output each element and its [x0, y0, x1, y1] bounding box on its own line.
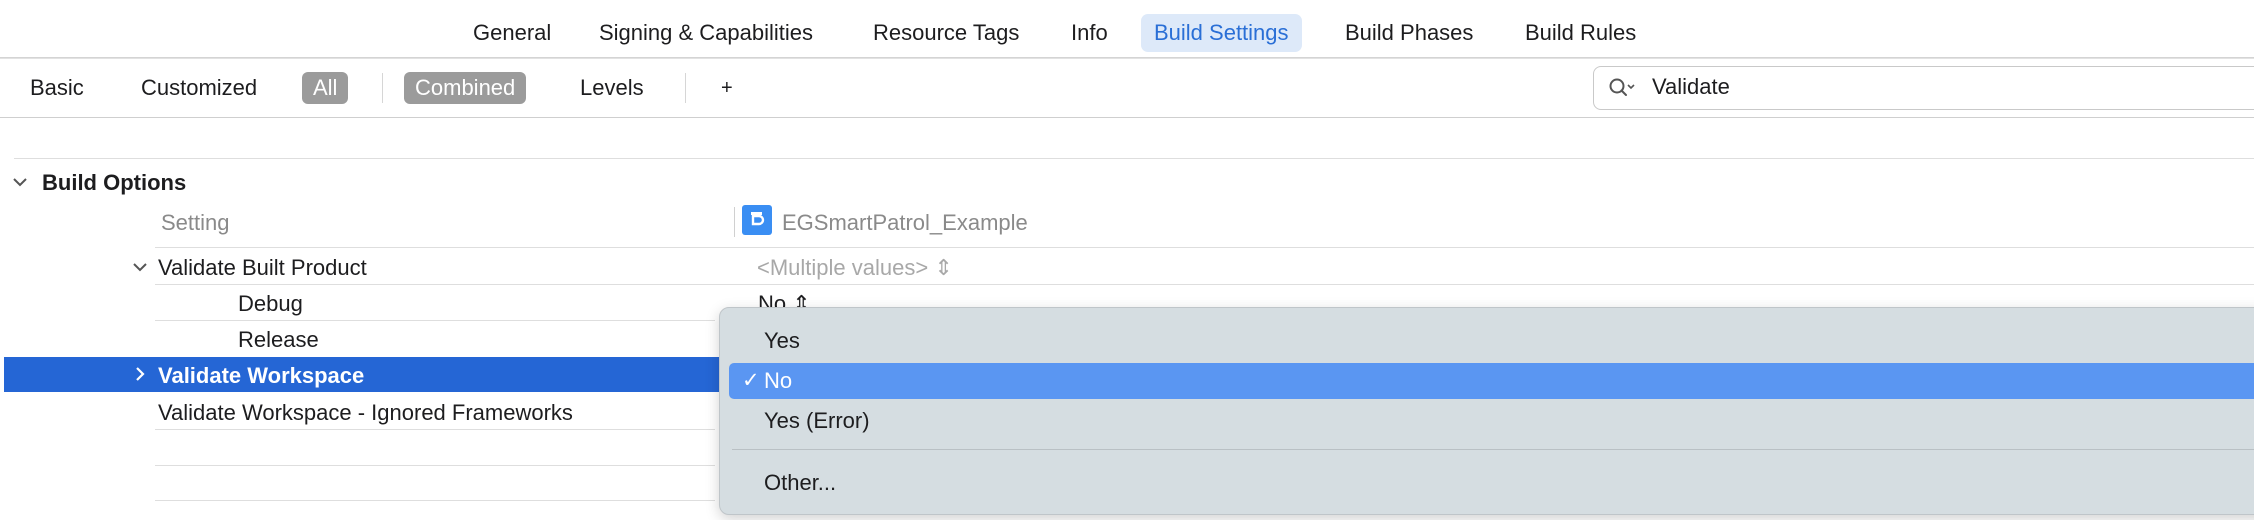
- row-validate-workspace-ignored-frameworks[interactable]: Validate Workspace - Ignored Frameworks: [158, 400, 573, 426]
- filter-basic[interactable]: Basic: [30, 72, 84, 104]
- search-input[interactable]: [1652, 67, 2212, 107]
- filter-divider: [685, 73, 686, 103]
- tab-resource-tags[interactable]: Resource Tags: [860, 14, 1032, 52]
- editor-tab-bar: General Signing & Capabilities Resource …: [0, 0, 2254, 58]
- row-debug[interactable]: Debug: [238, 291, 303, 317]
- filter-divider: [382, 73, 383, 103]
- menu-item-yes[interactable]: Yes: [720, 323, 2254, 359]
- menu-item-label: Yes (Error): [764, 408, 870, 433]
- filter-customized[interactable]: Customized: [141, 72, 257, 104]
- divider: [155, 429, 715, 430]
- search-icon: [1608, 77, 1636, 99]
- filter-bar: Basic Customized All Combined Levels +: [0, 58, 2254, 118]
- divider: [155, 284, 2254, 285]
- chevron-right-icon[interactable]: [130, 364, 150, 384]
- filter-levels[interactable]: Levels: [580, 72, 644, 104]
- chevron-down-icon[interactable]: [130, 257, 150, 277]
- tab-build-phases[interactable]: Build Phases: [1332, 14, 1486, 52]
- filter-all[interactable]: All: [302, 72, 349, 104]
- column-divider: [734, 207, 735, 237]
- search-field[interactable]: [1593, 66, 2254, 110]
- filter-combined[interactable]: Combined: [404, 72, 527, 104]
- divider: [155, 500, 715, 501]
- tab-info[interactable]: Info: [1058, 14, 1121, 52]
- tab-general[interactable]: General: [460, 14, 564, 52]
- add-setting-button[interactable]: +: [721, 72, 733, 104]
- target-column-header: EGSmartPatrol_Example: [782, 210, 1028, 235]
- menu-item-label: Yes: [764, 328, 800, 353]
- divider: [155, 247, 2254, 248]
- menu-item-yes-error[interactable]: Yes (Error): [720, 403, 2254, 439]
- setting-column-header: Setting: [161, 210, 230, 235]
- menu-separator: [732, 449, 2254, 450]
- chevron-down-icon[interactable]: [10, 172, 30, 192]
- row-validate-workspace[interactable]: Validate Workspace: [158, 363, 364, 389]
- row-validate-built-product[interactable]: Validate Built Product: [158, 255, 367, 281]
- target-icon: [742, 205, 772, 235]
- divider: [14, 158, 2254, 159]
- divider: [155, 320, 715, 321]
- menu-item-label: No: [764, 368, 793, 393]
- section-title: Build Options: [42, 170, 187, 195]
- tab-build-settings[interactable]: Build Settings: [1141, 14, 1302, 52]
- value-popup-menu: Yes ✓ No Yes (Error) Other...: [719, 307, 2254, 515]
- tab-signing-capabilities[interactable]: Signing & Capabilities: [586, 14, 826, 52]
- row-release[interactable]: Release: [238, 327, 319, 353]
- menu-item-no[interactable]: ✓ No: [729, 363, 2254, 399]
- checkmark-icon: ✓: [742, 369, 760, 392]
- menu-item-label: Other...: [764, 470, 837, 495]
- menu-item-other[interactable]: Other...: [720, 465, 2254, 501]
- multiple-values-popup[interactable]: <Multiple values> ⇕: [757, 255, 953, 281]
- tab-build-rules[interactable]: Build Rules: [1512, 14, 1649, 52]
- divider: [155, 465, 715, 466]
